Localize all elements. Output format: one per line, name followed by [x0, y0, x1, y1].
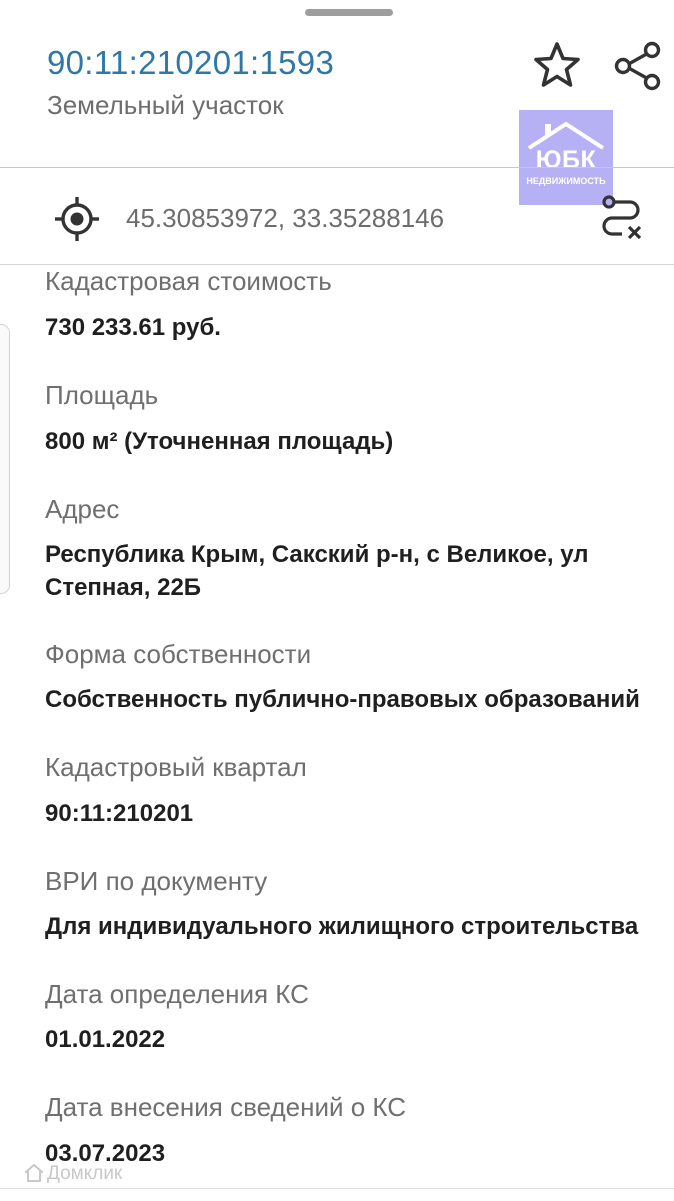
object-type-subtitle: Земельный участок	[47, 90, 284, 120]
field-label-valuation-date: Дата определения КС	[45, 979, 309, 1009]
field-value-area: 800 м² (Уточненная площадь)	[45, 428, 394, 455]
header-divider	[0, 167, 674, 168]
watermark-tagline: НЕДВИЖИМОСТЬ	[526, 176, 606, 186]
watermark-logo: ЮБК НЕДВИЖИМОСТЬ	[519, 110, 613, 205]
locate-button[interactable]	[53, 195, 101, 243]
source-watermark-text: Домклик	[47, 1163, 123, 1184]
coordinates-text[interactable]: 45.30853972, 33.35288146	[126, 203, 444, 234]
favorite-button[interactable]	[532, 40, 582, 90]
field-value-valuation-date: 01.01.2022	[45, 1026, 166, 1053]
field-label-permitted-use: ВРИ по документу	[45, 866, 268, 896]
bottom-edge	[0, 1188, 674, 1201]
crosshair-icon	[55, 197, 99, 241]
side-scroll-edge[interactable]	[0, 324, 10, 594]
field-value-cadastral-value: 730 233.61 руб.	[45, 314, 221, 341]
field-value-ownership: Собственность публично-правовых образова…	[45, 686, 640, 713]
field-label-area: Площадь	[45, 380, 159, 410]
route-icon	[602, 195, 642, 240]
star-outline-icon	[534, 42, 580, 87]
field-label-ownership: Форма собственности	[45, 639, 312, 669]
sheet-drag-handle[interactable]	[305, 9, 393, 16]
field-label-entry-date: Дата внесения сведений о КС	[45, 1092, 407, 1122]
watermark-brand: ЮБК	[535, 146, 597, 174]
share-button[interactable]	[612, 40, 664, 92]
source-watermark: Домклик	[25, 1163, 122, 1185]
route-button[interactable]	[598, 193, 646, 243]
field-value-permitted-use: Для индивидуального жилищного строительс…	[45, 913, 639, 940]
location-divider	[0, 264, 674, 265]
field-label-cadastral-quarter: Кадастровый квартал	[45, 752, 307, 782]
field-label-address: Адрес	[45, 494, 120, 524]
cadastral-number-title: 90:11:210201:1593	[47, 44, 335, 81]
share-icon	[614, 41, 661, 91]
field-value-cadastral-quarter: 90:11:210201	[45, 800, 194, 827]
field-label-cadastral-value: Кадастровая стоимость	[45, 266, 332, 296]
field-value-address: Республика Крым, Сакский р-н, с Великое,…	[45, 541, 589, 601]
home-mark-icon	[25, 1164, 43, 1182]
